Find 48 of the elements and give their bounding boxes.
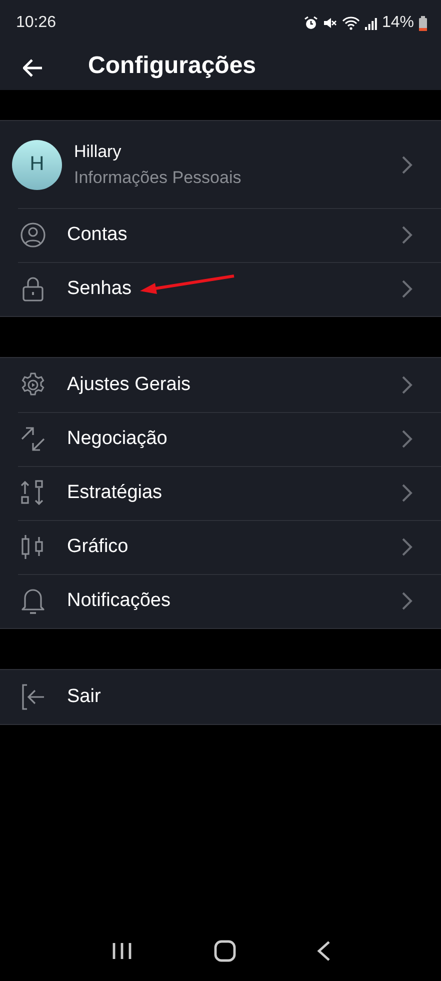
- sort-arrows-icon: [20, 480, 44, 506]
- row-label: Gráfico: [67, 536, 128, 558]
- signal-icon: [364, 16, 377, 30]
- chevron-right-icon: [401, 537, 413, 557]
- settings-row[interactable]: Negociação: [0, 412, 441, 466]
- settings-row[interactable]: Notificações: [0, 574, 441, 628]
- row-label: Ajustes Gerais: [67, 374, 191, 396]
- wifi-icon: [342, 16, 360, 30]
- avatar: H: [12, 140, 62, 190]
- chevron-right-icon: [401, 279, 413, 299]
- row-label: Contas: [67, 224, 128, 246]
- diagonal-arrows-icon: [20, 427, 44, 451]
- profile-name: Hillary: [74, 142, 122, 162]
- battery-percent: 14%: [382, 14, 414, 32]
- chevron-right-icon: [401, 483, 413, 503]
- battery-icon: [419, 16, 427, 30]
- chevron-right-icon: [401, 225, 413, 245]
- clock-time: 10:26: [16, 14, 56, 32]
- chevron-right-icon: [401, 429, 413, 449]
- chevron-right-icon: [401, 375, 413, 395]
- candlestick-icon: [20, 534, 44, 560]
- row-label: Notificações: [67, 590, 170, 612]
- home-icon[interactable]: [214, 940, 236, 962]
- row-label: Senhas: [67, 278, 132, 300]
- settings-row[interactable]: Ajustes Gerais: [0, 358, 441, 412]
- alarm-icon: [304, 16, 318, 30]
- profile-subtitle: Informações Pessoais: [74, 168, 242, 188]
- chevron-right-icon: [401, 154, 413, 174]
- back-icon[interactable]: [316, 941, 330, 961]
- lock-icon: [22, 276, 44, 302]
- row-label: Sair: [67, 686, 101, 708]
- settings-row[interactable]: Senhas: [0, 262, 441, 316]
- page-title: Configurações: [88, 52, 256, 80]
- logout-icon: [20, 684, 44, 710]
- row-label: Estratégias: [67, 482, 162, 504]
- settings-row[interactable]: Estratégias: [0, 466, 441, 520]
- gear-icon: [20, 372, 46, 398]
- settings-row[interactable]: Gráfico: [0, 520, 441, 574]
- bell-icon: [20, 587, 44, 615]
- mute-icon: [322, 16, 337, 30]
- user-circle-icon: [20, 222, 46, 248]
- settings-row[interactable]: Sair: [0, 670, 441, 724]
- back-arrow-icon[interactable]: [23, 59, 43, 77]
- row-label: Negociação: [67, 428, 168, 450]
- chevron-right-icon: [401, 591, 413, 611]
- profile-row[interactable]: H Hillary Informações Pessoais: [0, 121, 441, 208]
- settings-row[interactable]: Contas: [0, 208, 441, 262]
- recent-apps-icon[interactable]: [110, 942, 132, 960]
